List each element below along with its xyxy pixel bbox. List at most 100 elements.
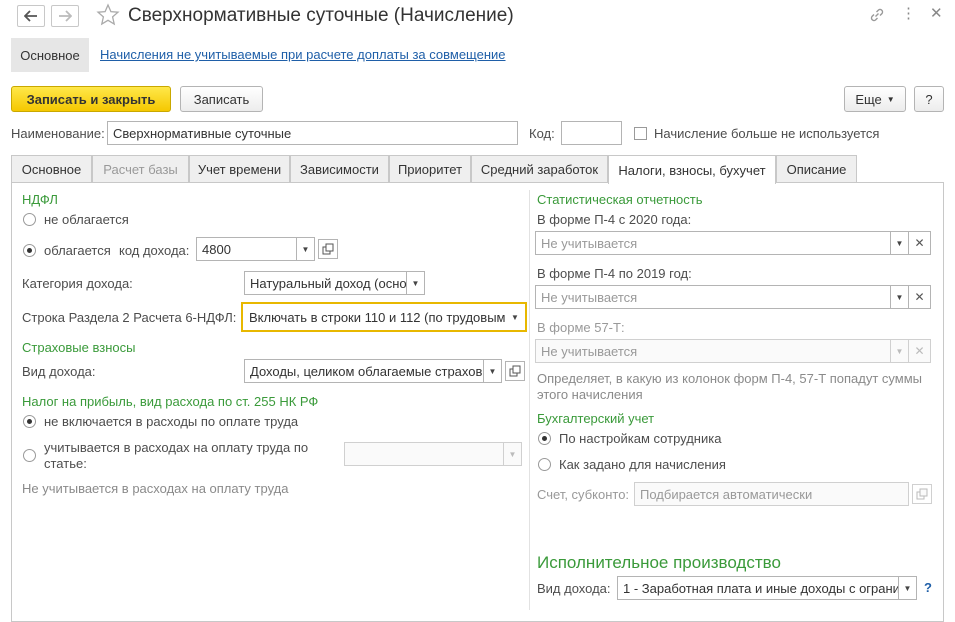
more-vertical-icon[interactable]: ⋮ [901, 4, 916, 22]
f57-dropdown-button[interactable]: ▼ [891, 339, 909, 363]
profit-included-label-2: статье: [44, 456, 87, 471]
chevron-down-icon: ▼ [301, 244, 310, 254]
income-code-dropdown-button[interactable]: ▼ [297, 237, 315, 261]
profit-note: Не учитывается в расходах на оплату труд… [22, 481, 289, 496]
account-field[interactable]: Подбирается автоматически [634, 482, 932, 506]
profit-article-dropdown-button[interactable]: ▼ [504, 442, 522, 466]
tab-description[interactable]: Описание [776, 155, 857, 182]
enforcement-dropdown-button[interactable]: ▼ [899, 576, 917, 600]
accounting-heading: Бухгалтерский учет [537, 411, 655, 426]
p4-2020-field[interactable]: Не учитывается ▼ ✕ [535, 231, 931, 255]
ndfl-taxed-radio[interactable] [23, 244, 36, 257]
tab-base-calc[interactable]: Расчет базы [92, 155, 189, 182]
chevron-down-icon: ▼ [895, 346, 904, 356]
f57-field[interactable]: Не учитывается ▼ ✕ [535, 339, 931, 363]
f57-input[interactable]: Не учитывается [535, 339, 891, 363]
profit-tax-heading: Налог на прибыль, вид расхода по ст. 255… [22, 394, 319, 409]
p4-2020-clear-button[interactable]: ✕ [909, 231, 931, 255]
favorite-star-icon[interactable] [96, 3, 120, 30]
insurance-income-type-dropdown-button[interactable]: ▼ [484, 359, 502, 383]
name-input[interactable]: Сверхнормативные суточные [107, 121, 518, 145]
stat-note-line1: Определяет, в какую из колонок форм П-4,… [537, 371, 923, 386]
ndfl-not-taxed-label: не облагается [44, 212, 129, 227]
income-category-field[interactable]: Натуральный доход (осно ▼ [244, 271, 425, 295]
stat-heading: Статистическая отчетность [537, 192, 703, 207]
enforcement-heading: Исполнительное производство [537, 553, 781, 572]
chevron-down-icon: ▼ [411, 278, 420, 288]
p4-2020-dropdown-button[interactable]: ▼ [891, 231, 909, 255]
chevron-down-icon: ▼ [895, 292, 904, 302]
arrow-right-icon [59, 10, 72, 22]
stat-note-line2: этого начисления [537, 387, 643, 402]
insurance-open-button[interactable] [505, 361, 525, 381]
ndfl-not-taxed-radio[interactable] [23, 213, 36, 226]
income-category-input[interactable]: Натуральный доход (осно [244, 271, 407, 295]
p4-2019-input[interactable]: Не учитывается [535, 285, 891, 309]
column-divider [529, 190, 530, 610]
insurance-income-type-label: Вид дохода: [22, 364, 96, 379]
nav-charges-link[interactable]: Начисления не учитываемые при расчете до… [100, 47, 506, 62]
income-code-label: код дохода: [119, 243, 190, 258]
tab-avg-earnings[interactable]: Средний заработок [471, 155, 608, 182]
p4-2019-clear-button[interactable]: ✕ [909, 285, 931, 309]
insurance-heading: Страховые взносы [22, 340, 136, 355]
income-code-input[interactable]: 4800 [196, 237, 297, 261]
back-button[interactable] [17, 5, 45, 27]
income-code-field[interactable]: 4800 ▼ [196, 237, 338, 261]
nav-main-label: Основное [20, 47, 80, 63]
more-button-label: Еще [855, 91, 882, 107]
accounting-as-set-radio[interactable] [538, 458, 551, 471]
unused-label: Начисление больше не используется [654, 126, 880, 141]
income-category-label: Категория дохода: [22, 276, 133, 291]
open-window-icon [322, 243, 334, 255]
name-label: Наименование: [11, 126, 105, 141]
p4-2019-dropdown-button[interactable]: ▼ [891, 285, 909, 309]
income-code-open-button[interactable] [318, 239, 338, 259]
enforcement-help-icon[interactable]: ? [924, 580, 932, 595]
link-icon[interactable] [868, 6, 886, 27]
accounting-as-set-label: Как задано для начисления [559, 457, 726, 472]
nav-main[interactable]: Основное [11, 38, 89, 72]
ndfl-taxed-label: облагается [44, 243, 111, 258]
p4-2019-field[interactable]: Не учитывается ▼ ✕ [535, 285, 931, 309]
income-category-dropdown-button[interactable]: ▼ [407, 271, 425, 295]
enforcement-income-type-field[interactable]: 1 - Заработная плата и иные доходы с огр… [617, 576, 917, 600]
unused-checkbox[interactable] [634, 127, 647, 140]
tab-priority[interactable]: Приоритет [389, 155, 471, 182]
account-open-button[interactable] [912, 484, 932, 504]
save-button[interactable]: Записать [180, 86, 263, 112]
tab-time-tracking[interactable]: Учет времени [189, 155, 290, 182]
open-window-icon [916, 488, 928, 500]
enforcement-income-type-input[interactable]: 1 - Заработная плата и иные доходы с огр… [617, 576, 899, 600]
profit-included-radio[interactable] [23, 449, 36, 462]
code-label: Код: [529, 126, 555, 141]
clear-x-icon: ✕ [914, 236, 925, 250]
account-input[interactable]: Подбирается автоматически [634, 482, 909, 506]
enforcement-income-type-label: Вид дохода: [537, 581, 611, 596]
f57-clear-button[interactable]: ✕ [909, 339, 931, 363]
more-button[interactable]: Еще ▼ [844, 86, 906, 112]
forward-button[interactable] [51, 5, 79, 27]
accounting-by-employee-radio[interactable] [538, 432, 551, 445]
insurance-income-type-input[interactable]: Доходы, целиком облагаемые страховы [244, 359, 484, 383]
ndfl-heading: НДФЛ [22, 192, 58, 207]
chevron-down-icon: ▼ [903, 583, 912, 593]
code-input[interactable] [561, 121, 622, 145]
clear-x-icon: ✕ [914, 290, 925, 304]
open-window-icon [509, 365, 521, 377]
close-icon[interactable]: ✕ [930, 4, 943, 22]
profit-article-field[interactable]: ▼ [344, 442, 522, 466]
section2-input[interactable]: Включать в строки 110 и 112 (по трудовым [244, 305, 506, 329]
tab-dependencies[interactable]: Зависимости [290, 155, 389, 182]
profit-not-included-radio[interactable] [23, 415, 36, 428]
chevron-down-icon: ▼ [886, 94, 895, 104]
profit-article-input[interactable] [344, 442, 504, 466]
save-and-close-button[interactable]: Записать и закрыть [11, 86, 171, 112]
tab-taxes[interactable]: Налоги, взносы, бухучет [608, 155, 776, 184]
tab-main[interactable]: Основное [11, 155, 92, 182]
section2-field[interactable]: Включать в строки 110 и 112 (по трудовым… [241, 302, 527, 332]
insurance-income-type-field[interactable]: Доходы, целиком облагаемые страховы ▼ [244, 359, 525, 383]
help-button[interactable]: ? [914, 86, 944, 112]
p4-2020-input[interactable]: Не учитывается [535, 231, 891, 255]
section2-dropdown-button[interactable]: ▼ [506, 305, 524, 329]
